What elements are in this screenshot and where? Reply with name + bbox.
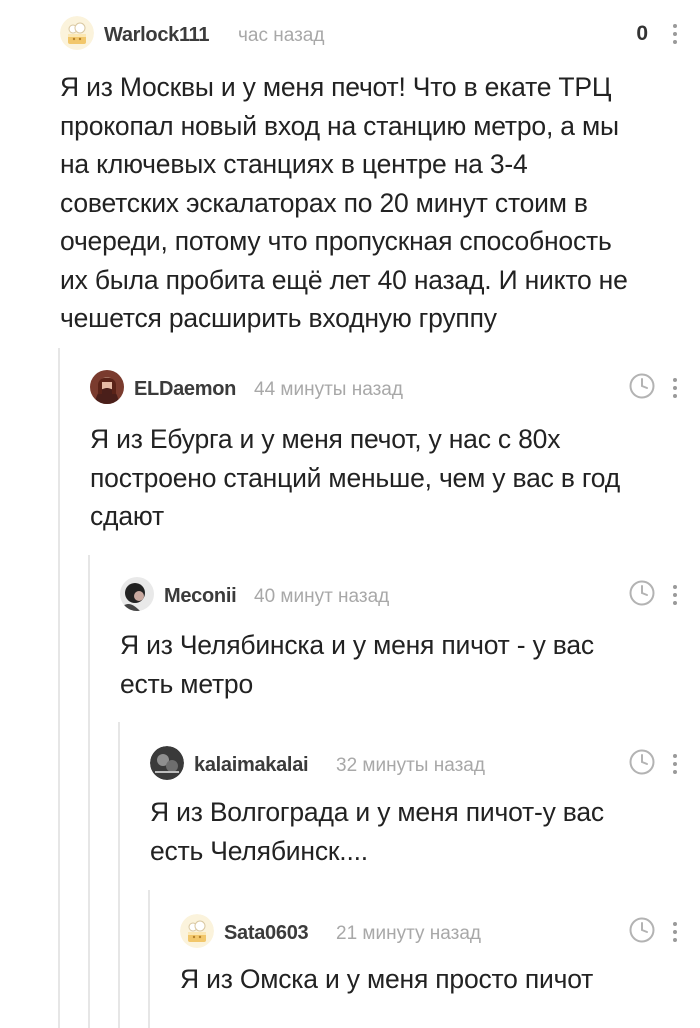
thread-line-1[interactable]: [58, 348, 60, 1028]
user-photo-avatar: [90, 370, 124, 404]
clock-icon[interactable]: [628, 372, 656, 400]
comment: kalaimakalai 32 минуты назад Я из Волгог…: [150, 744, 700, 879]
user-photo-avatar: [150, 746, 184, 780]
cat-cake-avatar-icon: [60, 16, 94, 50]
comment-text-line: Я из Волгограда и у меня пичот-у вас: [150, 797, 604, 827]
cat-cake-avatar-icon: [180, 914, 214, 948]
avatar[interactable]: [180, 914, 214, 948]
more-dots-icon[interactable]: [672, 24, 678, 46]
comment-header: Warlock111 час назад 0: [60, 14, 700, 54]
comment-text-line: на ключевых станциях в центре на 3-4: [60, 149, 528, 179]
comment-text: Я из Москвы и у меня печот! Что в екате …: [60, 68, 628, 338]
comment-text-line: Я из Челябинска и у меня пичот - у вас: [120, 630, 594, 660]
clock-icon[interactable]: [628, 579, 656, 607]
author-name[interactable]: Sata0603: [224, 922, 309, 945]
more-dots-icon[interactable]: [672, 378, 678, 400]
avatar[interactable]: [150, 746, 184, 780]
comment-text-line: чешется расширить входную группу: [60, 303, 497, 333]
comment-text-line: есть Челябинск....: [150, 835, 368, 866]
comment-text-line: прокопал новый вход на станцию метро, а …: [60, 110, 619, 141]
avatar[interactable]: [90, 370, 124, 404]
comment-text-line: Я из Омска и у меня просто пичот: [180, 964, 594, 994]
comment-text-line: Я из Ебурга и у меня печот, у нас с 80х: [90, 424, 561, 454]
comment: ELDaemon 44 минуты назад Я из Ебурга и у…: [90, 368, 700, 538]
comment-time[interactable]: 21 минуту назад: [336, 923, 481, 945]
thread-line-2[interactable]: [88, 555, 90, 1028]
user-photo-avatar: [120, 577, 154, 611]
comment-rating: 0: [636, 22, 648, 45]
comment: Meconii 40 минут назад Я из Челябинска и…: [120, 575, 700, 710]
clock-icon[interactable]: [628, 748, 656, 776]
comment-text: Я из Волгограда и у меня пичот-у вас ест…: [150, 793, 604, 870]
more-dots-icon[interactable]: [672, 585, 678, 607]
comment-time[interactable]: час назад: [238, 25, 324, 47]
comment: Sata0603 21 минуту назад Я из Омска и у …: [180, 912, 700, 1012]
comment: Warlock111 час назад 0 Я из Москвы и у м…: [60, 14, 700, 334]
more-dots-icon[interactable]: [672, 922, 678, 944]
comment-text-line: советских эскалаторах по 20 минут стоим …: [60, 187, 588, 218]
comment-header: Sata0603 21 минуту назад: [180, 912, 700, 952]
comment-text-line: Я из Москвы и у меня печот! Что в екате …: [60, 72, 612, 102]
comment-text: Я из Омска и у меня просто пичот: [180, 960, 593, 999]
more-dots-icon[interactable]: [672, 754, 678, 776]
thread-line-3[interactable]: [118, 722, 120, 1028]
avatar[interactable]: [60, 16, 94, 50]
author-name[interactable]: Warlock111: [104, 24, 210, 47]
comment-time[interactable]: 44 минуты назад: [254, 379, 403, 401]
comment-header: Meconii 40 минут назад: [120, 575, 700, 615]
comment-header: kalaimakalai 32 минуты назад: [150, 744, 700, 784]
author-name[interactable]: Meconii: [164, 585, 237, 608]
clock-icon[interactable]: [628, 916, 656, 944]
author-name[interactable]: ELDaemon: [134, 378, 236, 401]
comment-text-line: очереди, потому что пропускная способнос…: [60, 226, 612, 256]
thread-line-4[interactable]: [148, 890, 150, 1028]
avatar[interactable]: [120, 577, 154, 611]
comment-text: Я из Ебурга и у меня печот, у нас с 80х …: [90, 420, 620, 536]
comment-time[interactable]: 40 минут назад: [254, 586, 389, 608]
comment-text-line: их была пробита ещё лет 40 назад. И никт…: [60, 264, 628, 295]
author-name[interactable]: kalaimakalai: [194, 754, 309, 777]
comment-text-line: сдают: [90, 501, 164, 531]
comment-text-line: есть метро: [120, 668, 253, 699]
comment-header: ELDaemon 44 минуты назад: [90, 368, 700, 408]
comment-time[interactable]: 32 минуты назад: [336, 755, 485, 777]
comment-text-line: построено станций меньше, чем у вас в го…: [90, 462, 620, 493]
comment-text: Я из Челябинска и у меня пичот - у вас е…: [120, 626, 594, 703]
